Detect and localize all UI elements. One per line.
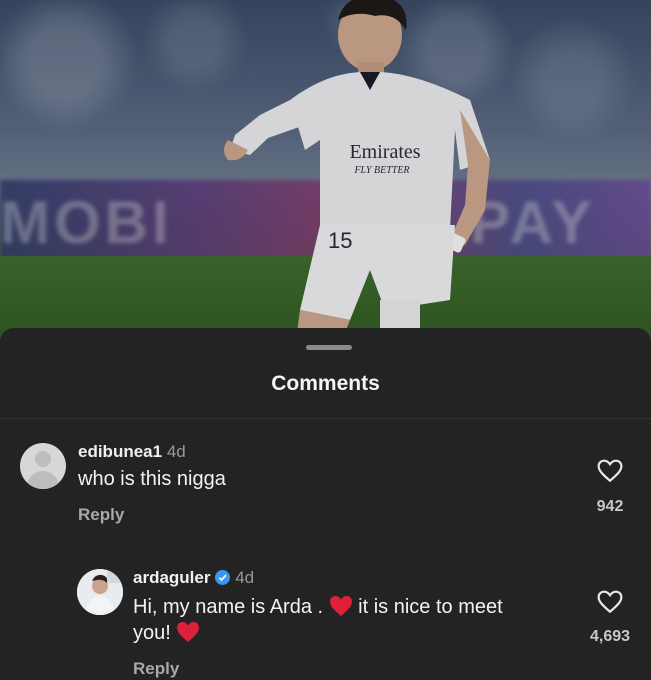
photo-dim-overlay bbox=[0, 0, 651, 340]
sheet-drag-handle[interactable] bbox=[306, 345, 352, 350]
comment-text: who is this nigga bbox=[78, 468, 226, 490]
avatar-photo bbox=[77, 569, 123, 615]
divider bbox=[0, 418, 651, 419]
comment-username[interactable]: edibunea1 4d bbox=[78, 442, 186, 462]
heart-icon[interactable] bbox=[597, 459, 623, 483]
like-count: 942 bbox=[596, 498, 624, 515]
profile-photo-avatar[interactable] bbox=[77, 569, 123, 615]
verified-badge-icon bbox=[215, 570, 231, 585]
comment-text: Hi, my name is Arda . it is nice to meet… bbox=[133, 596, 503, 644]
comment-time: 4d bbox=[166, 442, 186, 461]
comment-username[interactable]: ardaguler 4d bbox=[133, 568, 254, 588]
reply-button[interactable]: Reply bbox=[133, 659, 179, 679]
post-photo: MOBI PAY Emirates FLY BETTER 15 bbox=[0, 0, 651, 340]
reply-button[interactable]: Reply bbox=[78, 505, 124, 525]
sheet-title: Comments bbox=[271, 372, 380, 395]
default-avatar-icon[interactable] bbox=[20, 443, 66, 489]
heart-icon[interactable] bbox=[597, 590, 623, 614]
comment-time: 4d bbox=[235, 568, 255, 587]
red-heart-emoji-icon bbox=[329, 596, 352, 616]
red-heart-emoji-icon bbox=[177, 622, 200, 642]
comments-sheet: Comments edibunea1 4d who is this nigga … bbox=[0, 328, 651, 680]
like-count: 4,693 bbox=[589, 628, 631, 645]
